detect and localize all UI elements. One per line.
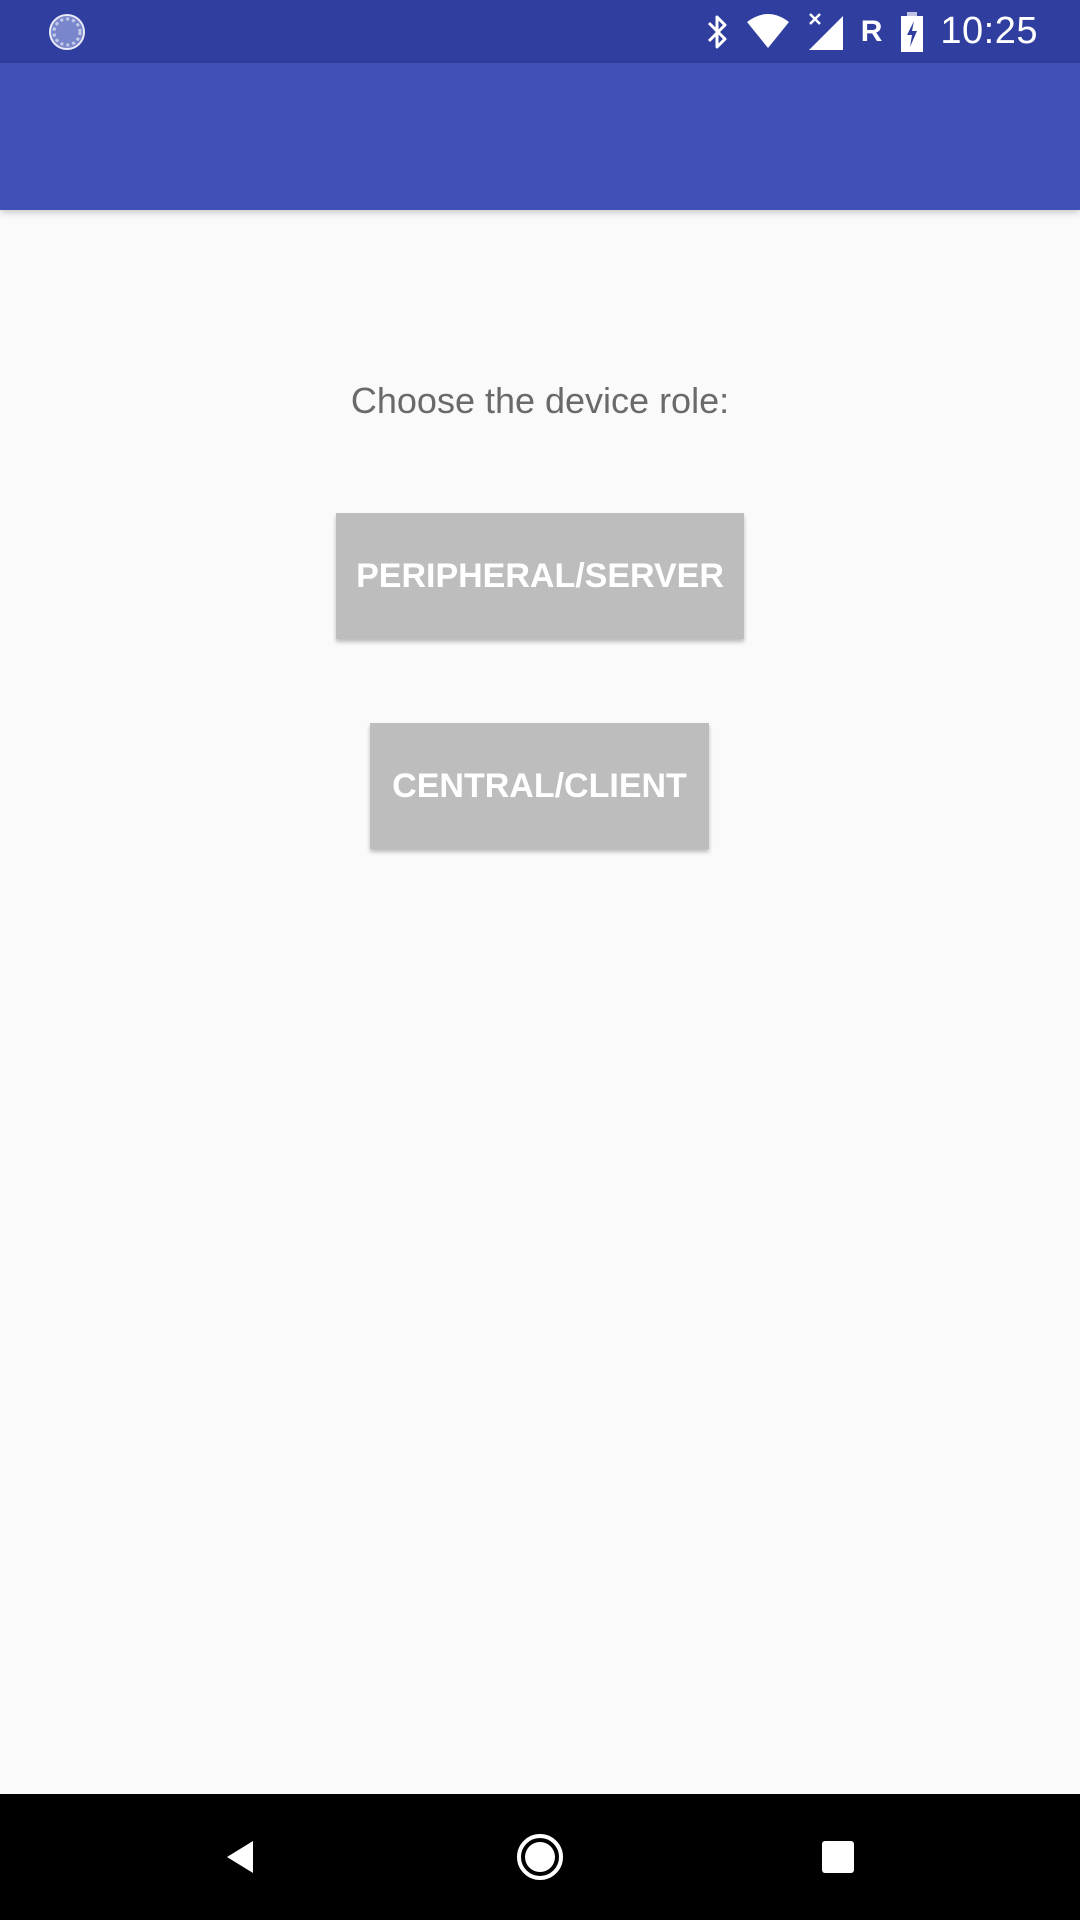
bluetooth-icon [707, 15, 727, 48]
status-icons: R 10:25 [705, 0, 1080, 63]
recents-button[interactable] [808, 1827, 868, 1887]
back-icon [227, 1841, 253, 1873]
home-button[interactable] [510, 1827, 570, 1887]
wifi-icon [746, 13, 789, 48]
roaming-indicator: R [860, 14, 883, 48]
back-button[interactable] [211, 1827, 271, 1887]
peripheral-server-button[interactable]: PERIPHERAL/SERVER [336, 513, 744, 639]
home-icon [517, 1834, 563, 1880]
app-bar [0, 63, 1080, 210]
role-prompt: Choose the device role: [350, 380, 730, 421]
navigation-bar [0, 1794, 1080, 1920]
main-content: Choose the device role: PERIPHERAL/SERVE… [0, 210, 1080, 1794]
central-client-button[interactable]: CENTRAL/CLIENT [370, 723, 709, 849]
status-clock: 10:25 [940, 10, 1038, 52]
battery-charging-icon [901, 11, 924, 52]
sync-icon [49, 14, 85, 50]
central-client-button-label: CENTRAL/CLIENT [392, 766, 687, 805]
recents-icon [822, 1841, 854, 1873]
peripheral-server-button-label: PERIPHERAL/SERVER [356, 556, 724, 595]
status-bar: R 10:25 [0, 0, 1080, 63]
screen: R 10:25 Choose the device role: PERIPHER… [0, 0, 1080, 1920]
cellular-no-data-icon [808, 12, 843, 50]
